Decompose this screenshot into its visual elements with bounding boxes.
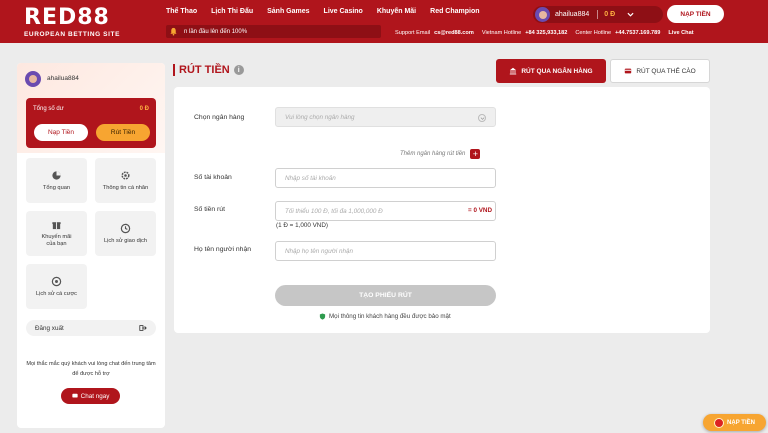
logo-text: RED88 <box>24 5 110 30</box>
add-bank-link[interactable]: Thêm ngân hàng rút tiền + <box>400 149 481 159</box>
chevron-down-icon[interactable] <box>625 10 635 20</box>
withdraw-form: Chọn ngân hàng Vui lòng chọn ngân hàng T… <box>174 87 710 333</box>
balance-value: 0 Đ <box>139 106 149 112</box>
deposit-button[interactable]: NẠP TIỀN <box>667 5 724 23</box>
sidebar-header: ahailua884 Tổng số dư 0 Đ Nạp Tiền Rút T… <box>17 63 165 153</box>
chevron-down-icon <box>478 114 486 122</box>
logout-label: Đăng xuất <box>35 324 64 332</box>
header-balance: 0 Đ <box>604 11 616 18</box>
logout-button[interactable]: Đăng xuất <box>26 320 156 336</box>
avatar <box>25 71 41 87</box>
nav-item-lich-thi-dau[interactable]: Lịch Thi Đấu <box>211 8 253 15</box>
ball-icon <box>51 276 62 286</box>
marquee-text: n lần đầu lên đến 100% <box>184 28 248 35</box>
sidebar-deposit-button[interactable]: Nạp Tiền <box>34 124 88 141</box>
center-hotline-label: Center Hotline <box>575 30 612 36</box>
tile-transaction-history[interactable]: Lịch sử giao dịch <box>95 211 156 256</box>
balance-card: Tổng số dư 0 Đ Nạp Tiền Rút Tiền <box>26 98 156 148</box>
security-text: Mọi thông tin khách hàng đều được bảo mậ… <box>329 313 451 320</box>
amount-label: Số tiền rút <box>194 206 225 213</box>
nav-item-sanh-games[interactable]: Sảnh Games <box>267 8 309 15</box>
coin-icon <box>714 417 725 428</box>
support-email[interactable]: cs@red88.com <box>434 30 474 36</box>
tab-withdraw-card[interactable]: RÚT QUA THẺ CÀO <box>610 59 710 83</box>
security-note: Mọi thông tin khách hàng đều được bảo mậ… <box>319 313 451 320</box>
chat-now-label: Chat ngay <box>80 392 110 400</box>
shield-icon <box>319 313 326 320</box>
bell-icon <box>166 25 180 38</box>
tile-personal-info[interactable]: Thông tin cá nhân <box>95 158 156 203</box>
tile-overview[interactable]: Tổng quan <box>26 158 87 203</box>
plus-icon: + <box>470 149 481 159</box>
floating-deposit-button[interactable]: NẠP TIỀN <box>703 414 766 431</box>
chat-now-button[interactable]: Chat ngay <box>61 388 120 404</box>
tile-label: Lịch sử giao dịch <box>103 237 147 244</box>
gear-icon <box>121 170 130 180</box>
receiver-placeholder: Nhập họ tên người nhận <box>285 247 354 255</box>
sidebar-withdraw-button[interactable]: Rút Tiền <box>96 124 150 141</box>
tile-promotions[interactable]: Khuyến mãi của bạn <box>26 211 87 256</box>
card-icon <box>625 68 632 74</box>
gift-icon <box>52 222 61 230</box>
account-sidebar: ahailua884 Tổng số dư 0 Đ Nạp Tiền Rút T… <box>17 63 165 428</box>
logout-icon <box>139 325 147 331</box>
bank-icon <box>510 67 517 75</box>
user-menu[interactable]: ahailua884 0 Đ <box>533 6 663 23</box>
tab-bank-label: RÚT QUA NGÂN HÀNG <box>521 67 593 75</box>
tab-withdraw-bank[interactable]: RÚT QUA NGÂN HÀNG <box>496 59 606 83</box>
add-bank-label: Thêm ngân hàng rút tiền <box>400 151 466 157</box>
tile-label: Lịch sử cá cược <box>35 290 78 297</box>
user-name: ahailua884 <box>555 11 590 18</box>
account-number-input[interactable]: Nhập số tài khoản <box>275 168 496 188</box>
nav-item-live-casino[interactable]: Live Casino <box>324 8 363 15</box>
support-email-label: Support Email <box>395 30 431 36</box>
account-label: Số tài khoản <box>194 174 232 181</box>
logo[interactable]: RED88 EUROPEAN BETTING SITE <box>24 5 121 39</box>
amount-converted: = 0 VND <box>468 207 492 214</box>
create-withdraw-button[interactable]: TẠO PHIẾU RÚT <box>275 285 496 306</box>
amount-input[interactable]: Tối thiểu 100 Đ, tối đa 1,000,000 Đ = 0 … <box>275 201 496 221</box>
tile-label: Khuyến mãi của bạn <box>41 234 72 247</box>
info-icon[interactable]: i <box>233 65 244 75</box>
nav-item-red-champion[interactable]: Red Champion <box>430 8 479 15</box>
sidebar-user-name: ahailua884 <box>47 75 79 82</box>
help-text: Mọi thắc mắc quý khách vui lòng chat đến… <box>26 361 156 377</box>
bank-label: Chọn ngân hàng <box>194 114 245 121</box>
avatar <box>535 7 550 22</box>
logo-tagline: EUROPEAN BETTING SITE <box>24 31 121 38</box>
chat-icon <box>72 393 78 398</box>
divider <box>597 10 599 19</box>
page-title-text: RÚT TIỀN <box>179 64 230 76</box>
receiver-name-input[interactable]: Nhập họ tên người nhận <box>275 241 496 261</box>
tile-label: Tổng quan <box>42 184 71 191</box>
page-title: RÚT TIỀN i <box>173 63 244 77</box>
exchange-rate: (1 Đ = 1,000 VND) <box>276 222 328 229</box>
announcement-marquee: n lần đầu lên đến 100% <box>166 25 381 38</box>
main-nav: Thể Thao Lịch Thi Đấu Sảnh Games Live Ca… <box>166 8 480 15</box>
nav-item-the-thao[interactable]: Thể Thao <box>166 8 197 15</box>
bank-select-placeholder: Vui lòng chọn ngân hàng <box>285 113 355 121</box>
nav-item-khuyen-mai[interactable]: Khuyến Mãi <box>377 8 416 15</box>
account-placeholder: Nhập số tài khoản <box>285 174 336 182</box>
tile-bet-history[interactable]: Lịch sử cá cược <box>26 264 87 309</box>
amount-placeholder: Tối thiểu 100 Đ, tối đa 1,000,000 Đ <box>285 207 383 215</box>
live-chat-link[interactable]: Live Chat <box>668 30 693 36</box>
bank-select[interactable]: Vui lòng chọn ngân hàng <box>275 107 496 127</box>
vn-hotline[interactable]: +84 325,933,182 <box>525 30 567 36</box>
top-header: RED88 EUROPEAN BETTING SITE Thể Thao Lịc… <box>0 0 768 43</box>
pie-chart-icon <box>52 170 61 180</box>
balance-label: Tổng số dư <box>33 106 64 112</box>
floating-deposit-label: NẠP TIỀN <box>727 419 755 426</box>
title-accent <box>173 64 175 76</box>
center-hotline[interactable]: +44.7537.169.789 <box>615 30 660 36</box>
receiver-label: Họ tên người nhận <box>194 246 252 253</box>
clock-icon <box>120 223 131 233</box>
vn-hotline-label: Vietnam Hotline <box>481 30 522 36</box>
contact-info: Support Email cs@red88.com Vietnam Hotli… <box>395 30 694 36</box>
tile-label: Thông tin cá nhân <box>102 184 149 191</box>
tab-card-label: RÚT QUA THẺ CÀO <box>636 67 696 75</box>
